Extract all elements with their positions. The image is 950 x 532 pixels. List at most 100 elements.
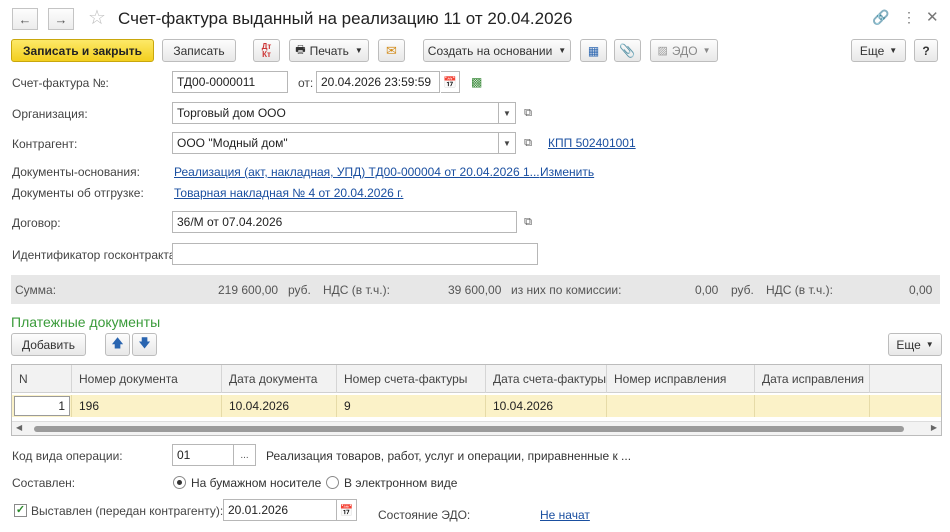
close-icon[interactable]: ✕ [926,8,939,26]
email-button[interactable]: ✉ [378,39,405,62]
print-label: Печать [309,43,349,58]
table-cell[interactable]: 10.04.2026 [222,395,337,417]
arrow-left-icon: ← [18,11,32,27]
commission-value: 0,00 [695,283,719,297]
column-header[interactable]: N [12,365,72,393]
column-header[interactable]: Номер исправления [607,365,755,393]
page-title: Счет-фактура выданный на реализацию 11 о… [118,9,573,28]
summary-panel: Сумма: 219 600,00 руб. НДС (в т.ч.): 39 … [11,275,940,304]
table-cell[interactable]: 196 [72,395,222,417]
vat-value: 39 600,00 [448,283,502,297]
table-cell[interactable] [607,395,755,417]
chevron-down-icon: ▼ [702,46,711,55]
chevron-down-icon[interactable]: ▼ [499,102,516,124]
contractor-field[interactable]: ООО "Модный дом" [172,132,499,154]
operation-code-description: Реализация товаров, работ, услуг и опера… [266,449,632,463]
electronic-option-label: В электронном виде [344,476,458,490]
calendar-icon[interactable]: 📅 [441,71,460,93]
dt-kt-icon-bottom: Кт [262,49,271,59]
table-cell[interactable]: 9 [337,395,486,417]
shipping-documents-link[interactable]: Товарная накладная № 4 от 20.04.2026 г. [174,186,403,200]
edo-button[interactable]: ▨ ЭДО ▼ [650,39,718,62]
arrow-right-icon: → [54,11,68,27]
issued-checkbox[interactable]: ✓ [14,504,27,517]
printer-icon: 🖶 [295,44,306,56]
operation-code-field[interactable]: 01 [172,444,234,466]
change-link[interactable]: Изменить [540,165,594,179]
save-button[interactable]: Записать [162,39,236,62]
chevron-down-icon: ▼ [925,340,934,349]
dt-kt-button[interactable]: Дт Кт [253,39,280,62]
open-contractor-icon[interactable]: ⧉ [519,132,537,154]
organization-field[interactable]: Торговый дом ООО [172,102,499,124]
more-vertical-icon[interactable]: ⋮ [902,9,916,26]
save-and-close-button[interactable]: Записать и закрыть [11,39,154,62]
open-contract-icon[interactable]: ⧉ [519,211,537,233]
row-number: 1 [58,399,65,413]
column-header[interactable]: Дата счета-фактуры [486,365,607,393]
attach-button[interactable]: 📎 [614,39,641,62]
edo-state-link[interactable]: Не начат [540,508,590,522]
envelope-icon: ✉ [386,42,397,58]
create-based-button[interactable]: Создать на основании ▼ [423,39,571,62]
invoice-number-field[interactable]: ТД00-0000011 [172,71,288,93]
forward-button[interactable]: → [48,8,74,30]
add-button[interactable]: Добавить [11,333,86,356]
electronic-radio[interactable] [326,476,339,489]
payments-more-button[interactable]: Еще ▼ [888,333,942,356]
structure-button[interactable]: ▦ [580,39,607,62]
column-header[interactable]: Дата исправления [755,365,870,393]
column-header[interactable]: Номер документа [72,365,222,393]
edo-icon: ▨ [657,45,668,57]
scroll-right-icon[interactable]: ▶ [931,423,937,432]
issued-label: Выставлен (передан контрагенту): [31,504,224,518]
column-header[interactable]: Номер счета-фактуры [337,365,486,393]
column-header[interactable]: Дата документа [222,365,337,393]
composed-label: Составлен: [12,476,76,490]
favorite-star-icon[interactable]: ☆ [88,5,106,30]
vat2-value: 0,00 [909,283,933,297]
scroll-left-icon[interactable]: ◀ [16,423,22,432]
select-ellipsis-icon[interactable]: ... [234,444,256,466]
calendar-icon[interactable]: 📅 [337,499,357,521]
more-button[interactable]: Еще ▼ [851,39,906,62]
move-down-button[interactable]: 🡇 [132,333,157,356]
organization-label: Организация: [12,107,88,121]
issued-date-field[interactable]: 20.01.2026 [223,499,337,521]
paper-radio[interactable] [173,476,186,489]
invoice-number-label: Счет-фактура №: [12,76,109,90]
payments-table[interactable]: N Номер документа Дата документа Номер с… [11,364,942,436]
vat2-label: НДС (в т.ч.): [766,283,833,297]
gov-contract-id-field[interactable] [172,243,538,265]
create-based-label: Создать на основании [427,43,553,58]
kpp-link[interactable]: КПП 502401001 [548,136,636,150]
scrollbar-thumb[interactable] [34,426,904,432]
help-button[interactable]: ? [914,39,938,62]
move-up-button[interactable]: 🡅 [105,333,130,356]
chevron-down-icon[interactable]: ▼ [499,132,516,154]
contract-field[interactable]: 36/М от 07.04.2026 [172,211,517,233]
table-row[interactable]: 1 196 10.04.2026 9 10.04.2026 [12,395,941,417]
table-cell[interactable]: 10.04.2026 [486,395,607,417]
note-check-icon[interactable]: ▩ [471,75,482,89]
more-label: Еще [896,337,921,352]
paper-option-label: На бумажном носителе [191,476,322,490]
table-cell[interactable]: 1 [12,395,72,417]
sum-value: 219 600,00 [218,283,279,297]
table-cell[interactable] [755,395,870,417]
back-button[interactable]: ← [12,8,38,30]
arrow-up-icon: 🡅 [111,336,124,350]
open-organization-icon[interactable]: ⧉ [519,102,537,124]
contract-label: Договор: [12,216,61,230]
link-icon[interactable]: 🔗 [872,9,889,26]
payments-section-title: Платежные документы [11,314,161,330]
horizontal-scrollbar[interactable]: ◀ ▶ [12,421,941,435]
contractor-label: Контрагент: [12,137,78,151]
base-documents-link[interactable]: Реализация (акт, накладная, УПД) ТД00-00… [174,165,540,179]
table-header: N Номер документа Дата документа Номер с… [12,365,941,393]
print-button[interactable]: 🖶 Печать ▼ [289,39,369,62]
paperclip-icon: 📎 [619,42,636,58]
vat-label: НДС (в т.ч.): [323,283,390,297]
date-field[interactable]: 20.04.2026 23:59:59 [316,71,440,93]
gov-contract-id-label: Идентификатор госконтракта: [12,248,179,262]
